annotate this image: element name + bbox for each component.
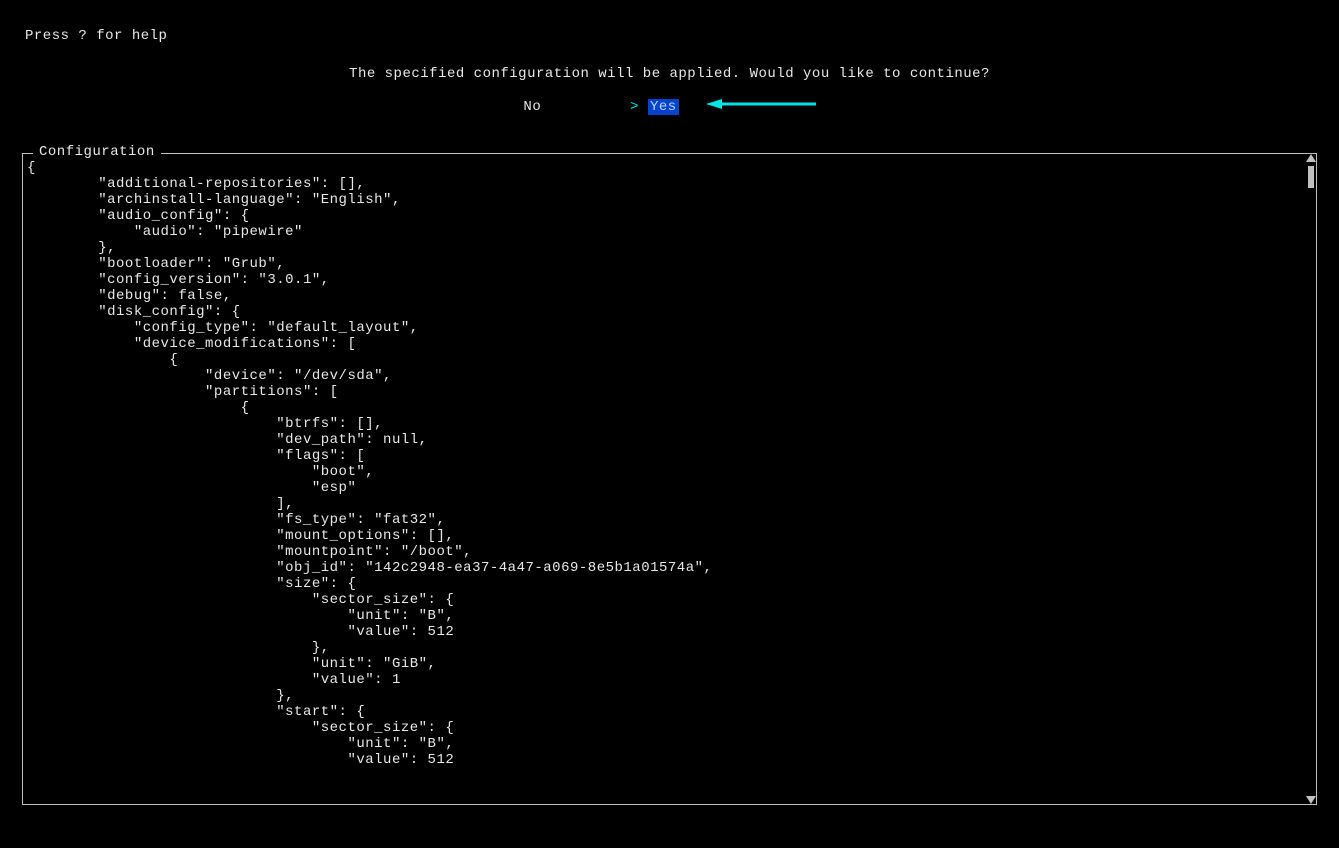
no-option[interactable]: No <box>523 99 541 115</box>
annotation-arrow-icon <box>706 98 816 115</box>
yes-option[interactable]: Yes <box>648 99 679 115</box>
scroll-thumb[interactable] <box>1308 166 1314 188</box>
choice-row: No > Yes <box>0 98 1339 115</box>
help-hint: Press ? for help <box>0 0 1339 44</box>
selection-cursor: > <box>630 99 648 115</box>
configuration-viewport[interactable]: { "additional-repositories": [], "archin… <box>27 160 1302 800</box>
confirm-prompt: The specified configuration will be appl… <box>0 66 1339 82</box>
configuration-legend-text: Configuration <box>39 144 155 160</box>
configuration-json-text: { "additional-repositories": [], "archin… <box>27 160 1302 768</box>
scroll-up-icon[interactable] <box>1306 154 1316 162</box>
scroll-down-icon[interactable] <box>1306 796 1316 804</box>
configuration-panel: Configuration { "additional-repositories… <box>22 153 1317 805</box>
configuration-legend: Configuration <box>33 144 161 160</box>
scrollbar[interactable] <box>1306 154 1316 804</box>
